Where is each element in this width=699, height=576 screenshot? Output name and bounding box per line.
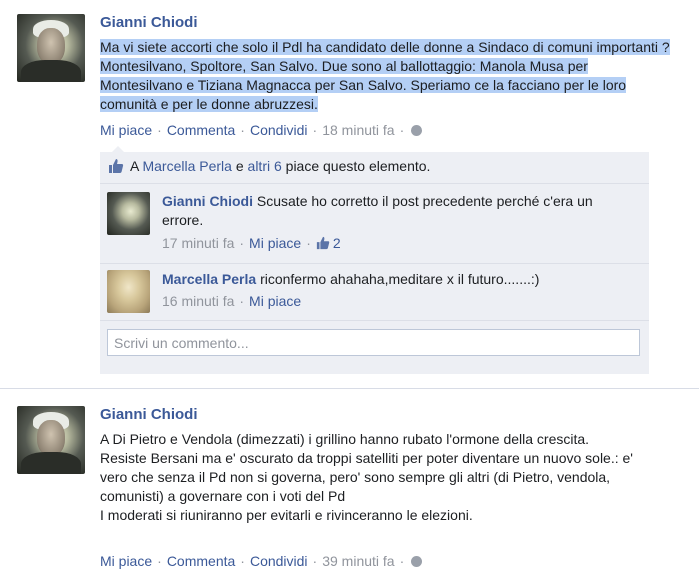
post-actions: Mi piace · Commenta · Condividi · 39 minuti fa… [100,553,423,569]
separator-dot: · [312,553,318,569]
comment-timestamp[interactable]: 17 minuti fa [162,235,234,251]
comment-like-link[interactable]: Mi piace [249,293,301,309]
post-timestamp[interactable]: 18 minuti fa [322,122,394,138]
post-text: A Di Pietro e Vendola (dimezzati) i gril… [100,430,660,525]
comment-author-name[interactable]: Gianni Chiodi [162,193,253,209]
comment-input[interactable]: Scrivi un commento... [107,329,640,356]
separator-dot: · [399,553,405,569]
separator-dot: · [240,553,245,569]
post-divider [0,388,699,389]
like-link[interactable]: Mi piace [100,553,152,569]
comment-avatar[interactable] [107,192,150,235]
comment-text: riconfermo ahahaha,meditare x il futuro.… [260,271,540,287]
thumbs-up-icon [109,159,124,173]
post-text-highlighted: Ma vi siete accorti che solo il Pdl ha c… [100,39,670,112]
likes-suffix: piace questo elemento. [285,158,431,174]
post-text-line: I moderati si riuniranno per evitarli e … [100,507,473,523]
author-avatar[interactable] [17,406,85,474]
post-text-line: Resiste Bersani ma e' oscurato da troppi… [100,450,633,504]
comment-meta: 16 minuti fa · Mi piace [162,293,301,309]
avatar-body [21,60,81,82]
comment-divider [100,320,649,321]
liker-name-link[interactable]: Marcella Perla [142,158,231,174]
likes-summary: A Marcella Perla e altri 6 piace questo … [108,158,430,178]
avatar-face [37,420,65,456]
separator-dot: · [157,553,162,569]
post-text: Ma vi siete accorti che solo il Pdl ha c… [100,38,670,114]
share-link[interactable]: Condividi [250,122,308,138]
post-text-line: A Di Pietro e Vendola (dimezzati) i gril… [100,431,590,447]
feed-post: Gianni Chiodi A Di Pietro e Vendola (dim… [0,393,699,576]
post-actions: Mi piace · Commenta · Condividi · 18 minuti fa… [100,122,423,138]
avatar-face [37,28,65,64]
separator-dot: · [312,122,318,138]
comment-link[interactable]: Commenta [167,553,235,569]
post-author-name[interactable]: Gianni Chiodi [100,14,198,31]
comment-link[interactable]: Commenta [167,122,235,138]
comment-divider [100,263,649,264]
comment-author-name[interactable]: Marcella Perla [162,271,256,287]
comment-meta: 17 minuti fa · Mi piace · 2 [162,235,341,251]
comment-text-block: Marcella Perla riconfermo ahahaha,medita… [162,270,632,289]
thumbs-up-icon [316,236,330,250]
globe-icon [411,125,423,136]
avatar-body [21,452,81,474]
likes-prefix: A [130,158,139,174]
post-timestamp[interactable]: 39 minuti fa [322,553,394,569]
globe-icon [411,556,423,567]
separator-dot: · [239,235,245,251]
comments-section: A Marcella Perla e altri 6 piace questo … [100,146,649,374]
comment-timestamp[interactable]: 16 minuti fa [162,293,234,309]
comment-text-block: Gianni Chiodi Scusate ho corretto il pos… [162,192,632,230]
share-link[interactable]: Condividi [250,553,308,569]
separator-dot: · [399,122,405,138]
post-author-name[interactable]: Gianni Chiodi [100,406,198,423]
separator-dot: · [240,122,245,138]
separator-dot: · [157,122,162,138]
separator-dot: · [306,235,311,251]
others-likes-link[interactable]: altri 6 [248,158,282,174]
likes-connector: e [235,158,244,174]
author-avatar[interactable] [17,14,85,82]
feed-post: Gianni Chiodi Ma vi siete accorti che so… [0,0,699,388]
like-link[interactable]: Mi piace [100,122,152,138]
separator-dot: · [239,293,245,309]
comment-avatar[interactable] [107,270,150,313]
comment-like-count[interactable]: 2 [333,235,341,251]
comment-divider [100,183,649,184]
comment-like-link[interactable]: Mi piace [249,235,301,251]
